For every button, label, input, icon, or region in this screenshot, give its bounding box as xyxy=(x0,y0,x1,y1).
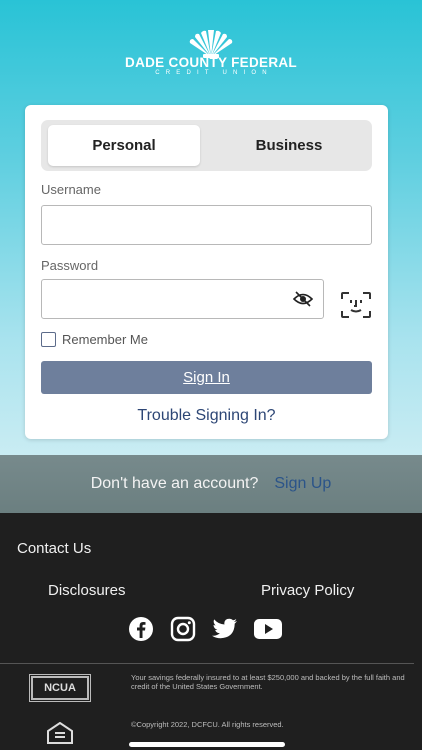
shell-logo-icon xyxy=(189,30,233,58)
social-links xyxy=(128,616,282,647)
sign-in-button[interactable]: Sign In xyxy=(41,361,372,394)
hide-password-icon[interactable] xyxy=(292,291,314,312)
youtube-icon[interactable] xyxy=(254,619,282,644)
signup-question: Don't have an account? xyxy=(90,475,259,492)
home-indicator[interactable] xyxy=(129,742,285,747)
brand-logo: DADE COUNTY FEDERAL CREDIT UNION xyxy=(0,30,422,77)
hero-background: DADE COUNTY FEDERAL CREDIT UNION Persona… xyxy=(0,0,422,455)
account-type-toggle: Personal Business xyxy=(41,120,372,171)
disclosures-link[interactable]: Disclosures xyxy=(48,582,126,599)
remember-me-checkbox[interactable] xyxy=(41,332,56,347)
brand-name: DADE COUNTY FEDERAL xyxy=(125,55,297,70)
tab-personal[interactable]: Personal xyxy=(48,125,200,166)
insurance-notice: Your savings federally insured to at lea… xyxy=(131,673,405,691)
login-card: Personal Business Username Password Reme… xyxy=(25,105,388,439)
privacy-policy-link[interactable]: Privacy Policy xyxy=(261,582,354,599)
username-field[interactable] xyxy=(41,205,372,245)
instagram-icon[interactable] xyxy=(170,616,196,647)
tab-business[interactable]: Business xyxy=(213,125,365,166)
face-id-icon[interactable] xyxy=(340,291,372,324)
ncua-badge: NCUA xyxy=(29,674,91,702)
remember-me-label: Remember Me xyxy=(62,332,148,347)
password-field[interactable] xyxy=(41,279,324,319)
contact-us-link[interactable]: Contact Us xyxy=(17,540,91,557)
password-label: Password xyxy=(41,258,99,273)
username-label: Username xyxy=(41,182,101,197)
footer: Contact Us Disclosures Privacy Policy NC… xyxy=(0,513,422,750)
copyright-text: ©Copyright 2022, DCFCU. All rights reser… xyxy=(131,720,284,729)
twitter-icon[interactable] xyxy=(212,618,238,645)
sign-up-link[interactable]: Sign Up xyxy=(274,475,331,493)
brand-subtitle: CREDIT UNION xyxy=(155,70,273,76)
remember-me[interactable]: Remember Me xyxy=(41,332,148,347)
facebook-icon[interactable] xyxy=(128,616,154,647)
trouble-signing-in-link[interactable]: Trouble Signing In? xyxy=(25,407,388,425)
signup-band: Don't have an account? Sign Up xyxy=(0,455,422,513)
footer-divider xyxy=(0,663,414,664)
equal-housing-lender-icon xyxy=(47,721,73,749)
